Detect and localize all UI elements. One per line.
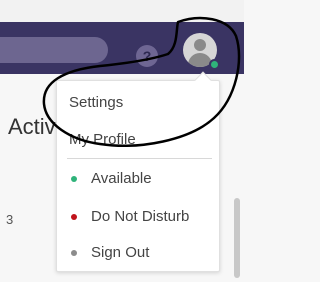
- menu-item-sign-out[interactable]: Sign Out: [57, 239, 221, 267]
- page-text-fragment: 3: [6, 212, 14, 227]
- menu-item-do-not-disturb[interactable]: Do Not Disturb: [57, 203, 221, 231]
- menu-divider: [67, 158, 212, 159]
- menu-item-label: My Profile: [69, 131, 136, 148]
- presence-status-dot: [209, 59, 220, 70]
- top-strip: [0, 0, 244, 22]
- user-menu-dropdown: Settings My Profile Available Do Not Dis…: [56, 80, 220, 272]
- search-bar[interactable]: [0, 37, 108, 63]
- menu-item-label: Sign Out: [91, 244, 150, 261]
- help-icon: ?: [142, 48, 152, 64]
- menu-item-label: Do Not Disturb: [91, 208, 190, 225]
- menu-item-label: Settings: [69, 94, 124, 111]
- sign-out-icon: [71, 250, 77, 256]
- page-title: Activ: [8, 114, 56, 139]
- menu-item-available[interactable]: Available: [57, 165, 221, 193]
- menu-item-my-profile[interactable]: My Profile: [57, 126, 221, 154]
- screen: ? Activ 3 Settings My Profile Available …: [0, 0, 244, 282]
- menu-item-settings[interactable]: Settings: [57, 89, 221, 117]
- do-not-disturb-status-icon: [71, 214, 77, 220]
- help-button[interactable]: ?: [136, 45, 158, 67]
- menu-item-label: Available: [91, 170, 152, 187]
- scrollbar[interactable]: [234, 198, 240, 278]
- avatar-head: [194, 39, 206, 51]
- available-status-icon: [71, 176, 77, 182]
